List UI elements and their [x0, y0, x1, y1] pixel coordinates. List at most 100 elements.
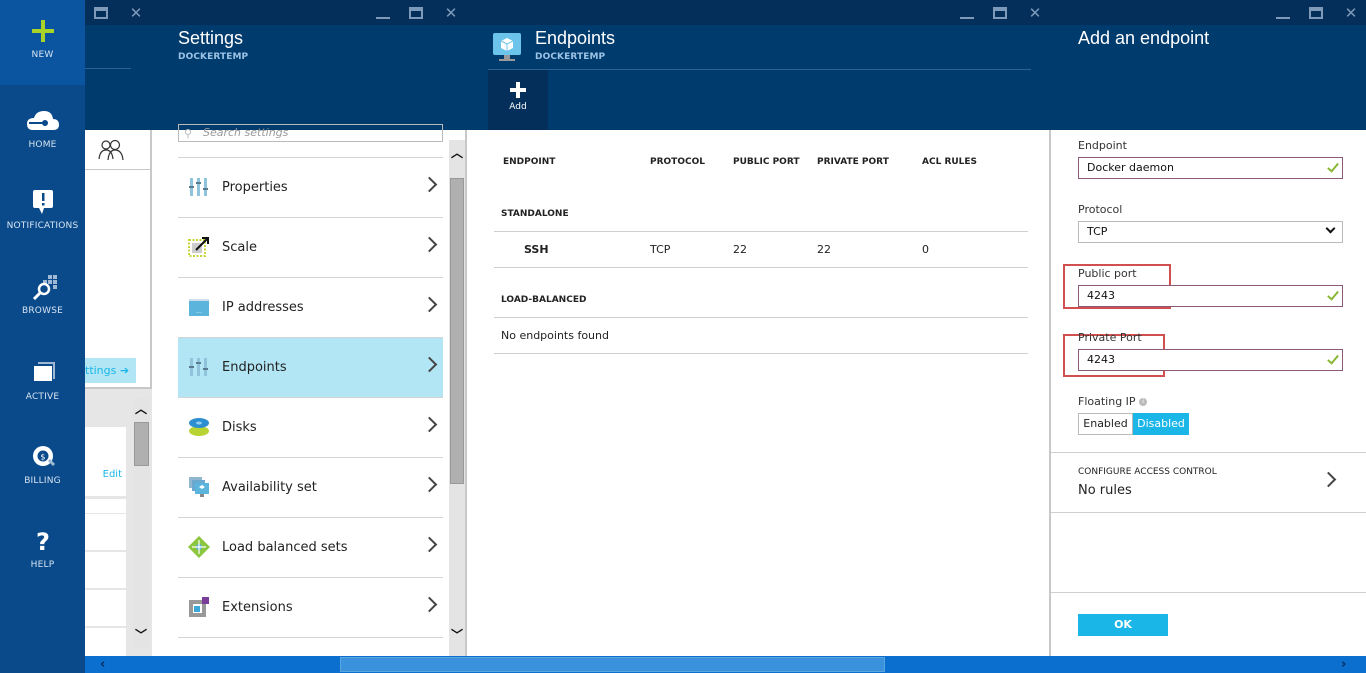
tile: Edit	[85, 427, 126, 496]
settings-item-disks[interactable]: Disks	[178, 398, 443, 458]
nav-home-label: HOME	[28, 140, 57, 150]
nav-notifications[interactable]: NOTIFICATIONS	[0, 189, 85, 231]
chevron-right-icon	[1320, 471, 1337, 488]
endpoints-title: Endpoints	[535, 28, 616, 48]
settings-item-label: Disks	[222, 420, 257, 435]
svg-text:?: ?	[35, 528, 49, 554]
maximize-button[interactable]	[94, 7, 108, 19]
add-label: Add	[509, 102, 527, 112]
floating-ip-label: Floating IP i	[1078, 395, 1148, 408]
nav-active-label: ACTIVE	[25, 392, 60, 402]
vertical-scrollbar[interactable]: ︿ ﹀	[133, 398, 150, 648]
protocol-value: TCP	[1087, 225, 1108, 238]
column-header-protocol: PROTOCOL	[650, 157, 705, 167]
settings-item-label: Load balanced sets	[222, 540, 348, 555]
ok-button[interactable]: OK	[1078, 614, 1168, 636]
settings-item-label: Endpoints	[222, 360, 287, 375]
arrow-right-icon: ➔	[119, 364, 130, 377]
close-button[interactable]: ✕	[443, 5, 459, 21]
floating-ip-label-text: Floating IP	[1078, 395, 1136, 408]
close-button[interactable]: ✕	[1027, 5, 1043, 21]
scroll-down-arrow[interactable]: ﹀	[449, 626, 465, 642]
users-tile[interactable]	[85, 130, 152, 170]
header-divider	[488, 69, 1031, 70]
chevron-right-icon	[421, 176, 438, 193]
nav-new-label: NEW	[31, 50, 54, 60]
scroll-down-arrow[interactable]: ﹀	[133, 626, 149, 642]
cell-protocol: TCP	[650, 243, 671, 256]
endpoint-name-input[interactable]: Docker daemon	[1078, 157, 1343, 179]
scroll-thumb[interactable]	[134, 422, 149, 466]
cell-public-port: 22	[733, 243, 747, 256]
nav-browse[interactable]: BROWSE	[0, 274, 85, 316]
chevron-down-icon	[1325, 223, 1336, 234]
scroll-up-arrow[interactable]: ︿	[133, 400, 149, 416]
chevron-right-icon	[421, 236, 438, 253]
divider	[494, 267, 1028, 268]
settings-item-ip-addresses[interactable]: ... IP addresses	[178, 278, 443, 338]
floating-ip-disabled-option[interactable]: Disabled	[1133, 413, 1189, 435]
search-placeholder: Search settings	[203, 126, 289, 139]
vertical-scrollbar[interactable]: ︿ ﹀	[449, 140, 465, 656]
minimize-button[interactable]	[376, 9, 390, 19]
maximize-button[interactable]	[409, 7, 423, 19]
settings-title: Settings	[178, 28, 244, 48]
left-nav: NEW HOME NOTIFICATIONS BROWSE ACTIVE $ B…	[0, 0, 85, 673]
access-control-value: No rules	[1078, 483, 1132, 498]
edit-link[interactable]: Edit	[103, 469, 122, 480]
nav-help[interactable]: ? HELP	[0, 528, 85, 570]
scroll-thumb[interactable]	[450, 178, 464, 484]
chevron-right-icon	[421, 296, 438, 313]
settings-item-extensions[interactable]: Extensions	[178, 578, 443, 638]
info-icon[interactable]: i	[1139, 398, 1148, 406]
close-button[interactable]: ✕	[128, 5, 144, 21]
floating-ip-enabled-option[interactable]: Enabled	[1078, 413, 1133, 435]
chevron-right-icon	[421, 416, 438, 433]
private-port-input[interactable]: 4243	[1078, 349, 1343, 371]
public-port-value: 4243	[1087, 289, 1115, 302]
settings-item-availability-set[interactable]: Availability set	[178, 458, 443, 518]
add-endpoint-button[interactable]: Add	[488, 70, 548, 130]
settings-item-scale[interactable]: Scale	[178, 218, 443, 278]
configure-access-control[interactable]: CONFIGURE ACCESS CONTROL No rules	[1051, 453, 1366, 512]
nav-new[interactable]: NEW	[0, 0, 85, 85]
plus-icon	[510, 82, 526, 98]
maximize-button[interactable]	[993, 7, 1007, 19]
svg-text:...: ...	[196, 308, 202, 315]
all-settings-link[interactable]: ttings ➔	[85, 358, 136, 383]
nav-active[interactable]: ACTIVE	[0, 360, 85, 402]
divider	[1051, 592, 1366, 593]
settings-item-properties[interactable]: Properties	[178, 158, 443, 218]
table-row[interactable]: SSH TCP 22 22 0	[494, 232, 1028, 268]
scroll-left-arrow[interactable]: ‹	[100, 656, 105, 673]
horizontal-scrollbar[interactable]: ‹ ›	[85, 656, 1366, 673]
disks-icon	[189, 418, 209, 436]
maximize-button[interactable]	[1309, 7, 1323, 19]
nav-billing-label: BILLING	[24, 476, 61, 486]
minimize-button[interactable]	[1276, 9, 1290, 19]
nav-home[interactable]: HOME	[0, 108, 85, 150]
valid-check-icon	[1327, 160, 1339, 173]
empty-message: No endpoints found	[501, 329, 609, 342]
minimize-button[interactable]	[960, 9, 974, 19]
search-settings-input[interactable]: Search settings ⚲	[178, 124, 443, 142]
scroll-right-arrow[interactable]: ›	[1341, 656, 1346, 673]
scroll-thumb[interactable]	[340, 657, 885, 672]
public-port-input[interactable]: 4243	[1078, 285, 1343, 307]
settings-item-endpoints[interactable]: Endpoints	[178, 338, 443, 398]
svg-text:$: $	[40, 453, 45, 462]
column-header-endpoint: ENDPOINT	[503, 157, 556, 167]
scroll-up-arrow[interactable]: ︿	[449, 144, 465, 160]
settings-item-load-balanced-sets[interactable]: Load balanced sets	[178, 518, 443, 578]
ip-addresses-icon: ...	[189, 299, 209, 316]
close-button[interactable]: ✕	[1343, 5, 1359, 21]
notification-icon	[23, 189, 63, 215]
cloud-icon	[23, 108, 63, 134]
nav-billing[interactable]: $ BILLING	[0, 444, 85, 486]
search-icon: ⚲	[184, 127, 193, 140]
column-header-private-port: PRIVATE PORT	[817, 157, 889, 167]
protocol-select[interactable]: TCP	[1078, 221, 1343, 243]
column-header-acl-rules: ACL RULES	[922, 157, 978, 167]
divider	[1051, 512, 1366, 513]
protocol-label: Protocol	[1078, 203, 1123, 216]
